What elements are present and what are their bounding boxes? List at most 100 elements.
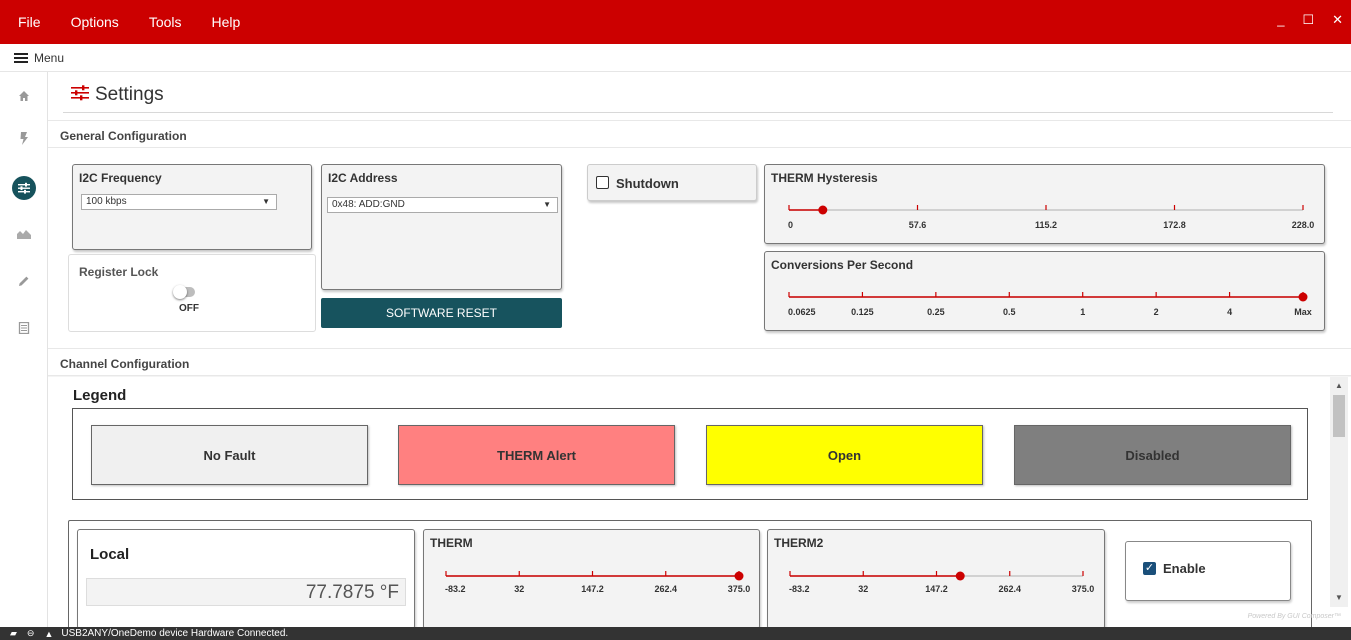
powered-by-label: Powered By GUI Composer™ (1247, 613, 1341, 620)
page-header: Settings (48, 72, 1351, 120)
i2c-frequency-title: I2C Frequency (79, 171, 162, 185)
pencil-icon[interactable] (14, 271, 34, 291)
link-icon[interactable]: ⊖ (27, 628, 35, 639)
i2c-address-title: I2C Address (328, 171, 398, 185)
therm2-tick-label: 32 (858, 584, 868, 594)
bolt-icon[interactable] (14, 128, 34, 148)
general-config-title: General Configuration (60, 129, 187, 143)
shutdown-panel: Shutdown (587, 164, 757, 201)
hysteresis-handle[interactable] (818, 205, 828, 215)
settings-sliders-icon[interactable] (12, 176, 36, 200)
therm2-tick-label: 375.0 (1072, 584, 1095, 594)
legend-box: No Fault THERM Alert Open Disabled (72, 408, 1308, 500)
chevron-down-icon: ▼ (262, 197, 270, 206)
software-reset-button[interactable]: SOFTWARE RESET (321, 298, 562, 328)
channel-scrollbar[interactable]: ▲ ▼ (1330, 377, 1348, 607)
connection-status: USB2ANY/OneDemo device Hardware Connecte… (61, 628, 289, 639)
conversions-handle[interactable] (1298, 292, 1308, 302)
register-lock-toggle[interactable] (173, 285, 195, 299)
header-divider (63, 112, 1333, 113)
therm2-tick-label: 147.2 (925, 584, 948, 594)
hamburger-icon[interactable] (14, 52, 28, 63)
hysteresis-tick-label: 115.2 (1035, 220, 1057, 230)
conversions-tick-label: 1 (1080, 307, 1085, 317)
enable-label[interactable]: Enable (1163, 561, 1206, 576)
device-icon[interactable]: ▰ (10, 628, 17, 639)
window-controls: _ ☐ ✕ (1277, 12, 1343, 28)
legend-therm-alert: THERM Alert (398, 425, 675, 485)
hysteresis-tick-label: 0 (788, 220, 793, 230)
menu-file[interactable]: File (18, 14, 41, 30)
hysteresis-tick-label: 172.8 (1163, 220, 1186, 230)
general-config-body: I2C Frequency 100 kbps ▼ Register Lock O… (48, 148, 1351, 349)
therm2-panel: THERM2 -83.2 32 147.2 262.4 375.0 (767, 529, 1105, 627)
menu-options[interactable]: Options (71, 14, 119, 30)
therm-hysteresis-slider[interactable]: 0 57.6 115.2 172.8 228.0 (765, 165, 1325, 245)
conversions-tick-label: 2 (1154, 307, 1159, 317)
i2c-frequency-value: 100 kbps (86, 196, 127, 207)
therm-panel: THERM -83.2 32 147.2 262.4 375.0 (423, 529, 760, 627)
close-button[interactable]: ✕ (1332, 12, 1343, 28)
minimize-button[interactable]: _ (1277, 12, 1284, 28)
conversions-tick-label: 0.125 (851, 307, 874, 317)
legend-disabled: Disabled (1014, 425, 1291, 485)
therm2-slider[interactable]: -83.2 32 147.2 262.4 375.0 (768, 530, 1104, 610)
menu-row: Menu (0, 44, 1351, 72)
therm2-handle[interactable] (955, 571, 965, 581)
chevron-down-icon: ▼ (543, 200, 551, 209)
chart-area-icon[interactable] (14, 224, 34, 244)
conversions-tick-label: 0.5 (1003, 307, 1016, 317)
left-nav (0, 72, 48, 627)
channel-config-title: Channel Configuration (60, 357, 190, 371)
i2c-address-select[interactable]: 0x48: ADD:GND ▼ (327, 197, 558, 213)
local-title: Local (90, 546, 130, 563)
register-lock-title: Register Lock (79, 265, 159, 279)
conversions-panel: Conversions Per Second 0.0625 0.125 0.25 0.… (764, 251, 1325, 331)
channel-config-body: Legend No Fault THERM Alert Open Disable… (48, 377, 1351, 627)
enable-panel: ✓ Enable (1125, 541, 1291, 601)
conversions-slider[interactable]: 0.0625 0.125 0.25 0.5 1 2 4 Max (765, 252, 1325, 332)
register-lock-panel: Register Lock OFF (68, 254, 316, 332)
chevron-up-icon[interactable]: ▲ (44, 629, 53, 639)
hysteresis-tick-label: 57.6 (909, 220, 927, 230)
shutdown-label[interactable]: Shutdown (616, 176, 679, 191)
scroll-down-icon[interactable]: ▼ (1335, 593, 1343, 602)
legend-no-fault: No Fault (91, 425, 368, 485)
maximize-button[interactable]: ☐ (1302, 12, 1314, 28)
local-reading-panel: Local 77.7875 °F (77, 529, 415, 627)
i2c-frequency-select[interactable]: 100 kbps ▼ (81, 194, 277, 210)
legend-open: Open (706, 425, 983, 485)
therm2-tick-label: 262.4 (998, 584, 1021, 594)
home-icon[interactable] (14, 86, 34, 106)
shutdown-checkbox[interactable] (596, 176, 609, 189)
therm-handle[interactable] (734, 571, 744, 581)
scroll-thumb[interactable] (1333, 395, 1345, 437)
conversions-tick-label: 0.25 (927, 307, 945, 317)
therm-slider[interactable]: -83.2 32 147.2 262.4 375.0 (424, 530, 760, 610)
general-config-header[interactable]: General Configuration (48, 120, 1351, 148)
main-content: Settings General Configuration I2C Frequ… (48, 72, 1351, 627)
page-title: Settings (95, 84, 164, 105)
channel-config-header[interactable]: Channel Configuration (48, 348, 1351, 376)
enable-checkbox[interactable]: ✓ (1143, 562, 1156, 575)
therm2-tick-label: -83.2 (789, 584, 810, 594)
register-list-icon[interactable] (14, 318, 34, 338)
conversions-tick-label: 0.0625 (788, 307, 816, 317)
local-temperature: 77.7875 °F (86, 578, 406, 606)
settings-sliders-icon (71, 85, 89, 101)
legend-title: Legend (73, 387, 127, 404)
therm-tick-label: 262.4 (654, 584, 677, 594)
menu-tools[interactable]: Tools (149, 14, 182, 30)
scroll-up-icon[interactable]: ▲ (1335, 381, 1343, 390)
therm-hysteresis-panel: THERM Hysteresis 0 57.6 115.2 172.8 228.0 (764, 164, 1325, 244)
menu-help[interactable]: Help (212, 14, 241, 30)
channel-local: Local 77.7875 °F THERM -83.2 32 147.2 262.4… (68, 520, 1312, 627)
conversions-tick-label: Max (1294, 307, 1312, 317)
i2c-frequency-panel: I2C Frequency 100 kbps ▼ (72, 164, 312, 250)
therm-tick-label: 375.0 (728, 584, 751, 594)
register-lock-state: OFF (179, 303, 199, 314)
therm-tick-label: 147.2 (581, 584, 604, 594)
therm-tick-label: -83.2 (445, 584, 466, 594)
hysteresis-tick-label: 228.0 (1292, 220, 1315, 230)
menu-toggle-label[interactable]: Menu (34, 51, 64, 65)
